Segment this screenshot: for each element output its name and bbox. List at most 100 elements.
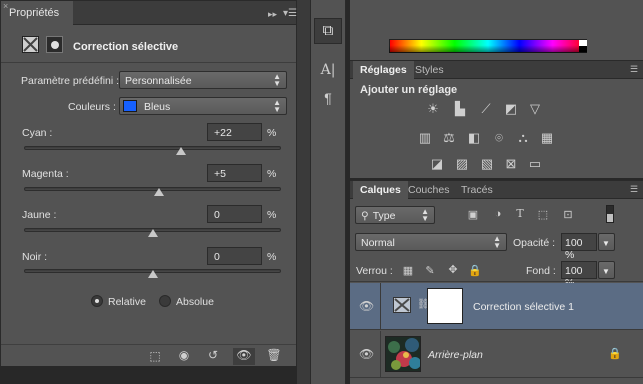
relative-label: Relative	[108, 296, 146, 308]
fill-dropdown[interactable]: ▼	[598, 261, 615, 279]
magenta-slider[interactable]	[24, 187, 281, 191]
yellow-input[interactable]: 0	[207, 205, 262, 223]
lock-position-icon[interactable]: ✥	[446, 263, 460, 276]
hue-saturation-icon[interactable]: ▥	[417, 130, 433, 146]
collapse-icon[interactable]: ▸▸	[268, 9, 277, 20]
threshold-icon[interactable]: ▧	[479, 156, 495, 172]
yellow-label: Jaune :	[22, 209, 57, 221]
panel-menu-icon[interactable]: ☰	[630, 64, 638, 75]
levels-icon[interactable]: ▙	[452, 101, 468, 117]
layer-name: Arrière-plan	[428, 349, 483, 361]
magenta-slider-thumb[interactable]	[154, 188, 164, 196]
properties-panel-icon[interactable]: ⧉	[314, 18, 342, 44]
tab-channels[interactable]: Couches	[401, 181, 456, 199]
vibrance-icon[interactable]: ▽	[527, 101, 543, 117]
delete-icon[interactable]: 🗑	[263, 348, 285, 362]
visibility-eye-icon[interactable]: 👁	[359, 347, 374, 361]
tab-paths[interactable]: Tracés	[454, 181, 500, 199]
color-balance-icon[interactable]: ⚖	[441, 130, 457, 146]
tab-properties[interactable]: Propriétés	[1, 1, 73, 25]
black-unit: %	[267, 251, 277, 263]
filter-adjustment-icon[interactable]: ◑	[491, 208, 505, 220]
chevron-down-icon: ▼	[602, 239, 610, 248]
filter-pixel-icon[interactable]: ▣	[466, 208, 480, 221]
gradient-map-icon[interactable]: ▭	[527, 156, 543, 172]
photo-filter-icon[interactable]: ⌾	[491, 130, 507, 146]
lock-transparent-icon[interactable]: ▦	[401, 264, 415, 277]
adjustments-tabbar: Réglages Styles ☰	[350, 61, 643, 79]
panel-gutter	[297, 0, 310, 384]
black-slider-thumb[interactable]	[148, 270, 158, 278]
select-arrows-icon: ▲ ▼	[421, 207, 429, 223]
layer-name: Correction sélective 1	[473, 301, 574, 313]
opacity-dropdown[interactable]: ▼	[598, 233, 615, 251]
view-previous-state-icon[interactable]: ◉	[173, 348, 195, 362]
lock-label: Verrou :	[356, 265, 393, 277]
colors-select[interactable]: Bleus ▲ ▼	[119, 97, 287, 115]
brightness-contrast-icon[interactable]: ☀	[425, 101, 441, 117]
yellow-slider-thumb[interactable]	[148, 229, 158, 237]
opacity-input[interactable]: 100 %	[561, 233, 597, 261]
curves-icon[interactable]: ⟋	[478, 101, 494, 117]
magenta-label: Magenta :	[22, 168, 69, 180]
cyan-label: Cyan :	[22, 127, 53, 139]
filter-type-icon[interactable]: T	[513, 207, 527, 220]
color-lookup-icon[interactable]: ▦	[539, 130, 555, 146]
visibility-icon[interactable]: 👁	[233, 348, 255, 365]
background-thumbnail[interactable]	[385, 336, 421, 372]
preset-value: Personnalisée	[125, 75, 192, 87]
preset-select[interactable]: Personnalisée ▲ ▼	[119, 71, 287, 89]
layer-row-selective-color[interactable]: 👁 ⛓ Correction sélective 1	[350, 283, 643, 330]
search-icon: ⚲	[361, 210, 369, 222]
filter-smart-object-icon[interactable]: ⊡	[561, 208, 575, 221]
tab-adjustments[interactable]: Réglages	[353, 61, 414, 79]
relative-radio[interactable]	[91, 295, 103, 307]
blend-mode-select[interactable]: Normal ▲ ▼	[355, 233, 507, 251]
layer-mask-thumbnail[interactable]	[427, 288, 463, 324]
cyan-unit: %	[267, 127, 277, 139]
close-icon[interactable]: ×	[3, 1, 8, 11]
filter-shape-icon[interactable]: ⬚	[536, 208, 550, 221]
channel-mixer-icon[interactable]: ⛬	[515, 130, 531, 146]
panel-menu-icon[interactable]: ▾☰	[283, 8, 297, 19]
colors-value: Bleus	[144, 101, 171, 113]
filter-toggle-switch[interactable]	[606, 205, 614, 223]
posterize-icon[interactable]: ▨	[454, 156, 470, 172]
lock-icon: 🔒	[608, 348, 622, 360]
absolute-radio[interactable]	[159, 295, 171, 307]
visibility-eye-icon[interactable]: 👁	[359, 299, 374, 313]
character-panel-icon[interactable]: A|	[314, 62, 342, 78]
paragraph-panel-icon[interactable]: ¶	[314, 90, 342, 106]
cyan-slider-thumb[interactable]	[176, 147, 186, 155]
magenta-input[interactable]: +5	[207, 164, 262, 182]
reset-icon[interactable]: ↺	[202, 348, 224, 362]
panel-menu-icon[interactable]: ☰	[630, 184, 638, 195]
cyan-input[interactable]: +22	[207, 123, 262, 141]
lock-all-icon[interactable]: 🔒	[468, 264, 482, 277]
fill-input[interactable]: 100 %	[561, 261, 597, 289]
colors-label: Couleurs :	[68, 101, 116, 113]
cyan-slider[interactable]	[24, 146, 281, 150]
adjustments-panel: Réglages Styles ☰ Ajouter un réglage ☀ ▙…	[350, 60, 643, 178]
clip-to-layer-icon[interactable]: ⬚	[144, 349, 166, 363]
invert-icon[interactable]: ◪	[429, 156, 445, 172]
exposure-icon[interactable]: ◩	[503, 101, 519, 117]
select-arrows-icon: ▲ ▼	[273, 72, 281, 88]
black-input[interactable]: 0	[207, 247, 262, 265]
layer-row-background[interactable]: 👁 Arrière-plan 🔒	[350, 331, 643, 378]
add-adjustment-heading: Ajouter un réglage	[360, 84, 458, 96]
tab-styles[interactable]: Styles	[408, 61, 451, 79]
black-white-icon[interactable]: ◧	[466, 130, 482, 146]
select-arrows-icon: ▲ ▼	[273, 98, 281, 114]
layers-tabbar: Calques Couches Tracés ☰	[350, 181, 643, 199]
selective-color-adj-icon[interactable]: ⊠	[503, 156, 519, 172]
preset-label: Paramètre prédéfini :	[21, 75, 120, 87]
tab-layers[interactable]: Calques	[353, 181, 408, 199]
lock-image-icon[interactable]: ✎	[423, 264, 437, 277]
selective-color-icon[interactable]	[22, 36, 39, 53]
properties-panel-header: Propriétés × ▸▸ ▾☰	[1, 1, 297, 25]
select-arrows-icon: ▲ ▼	[493, 234, 501, 250]
black-white-swatch[interactable]	[579, 40, 587, 52]
layer-mask-icon[interactable]	[46, 36, 63, 53]
layer-filter-select[interactable]: ⚲ Type ▲ ▼	[355, 206, 435, 224]
